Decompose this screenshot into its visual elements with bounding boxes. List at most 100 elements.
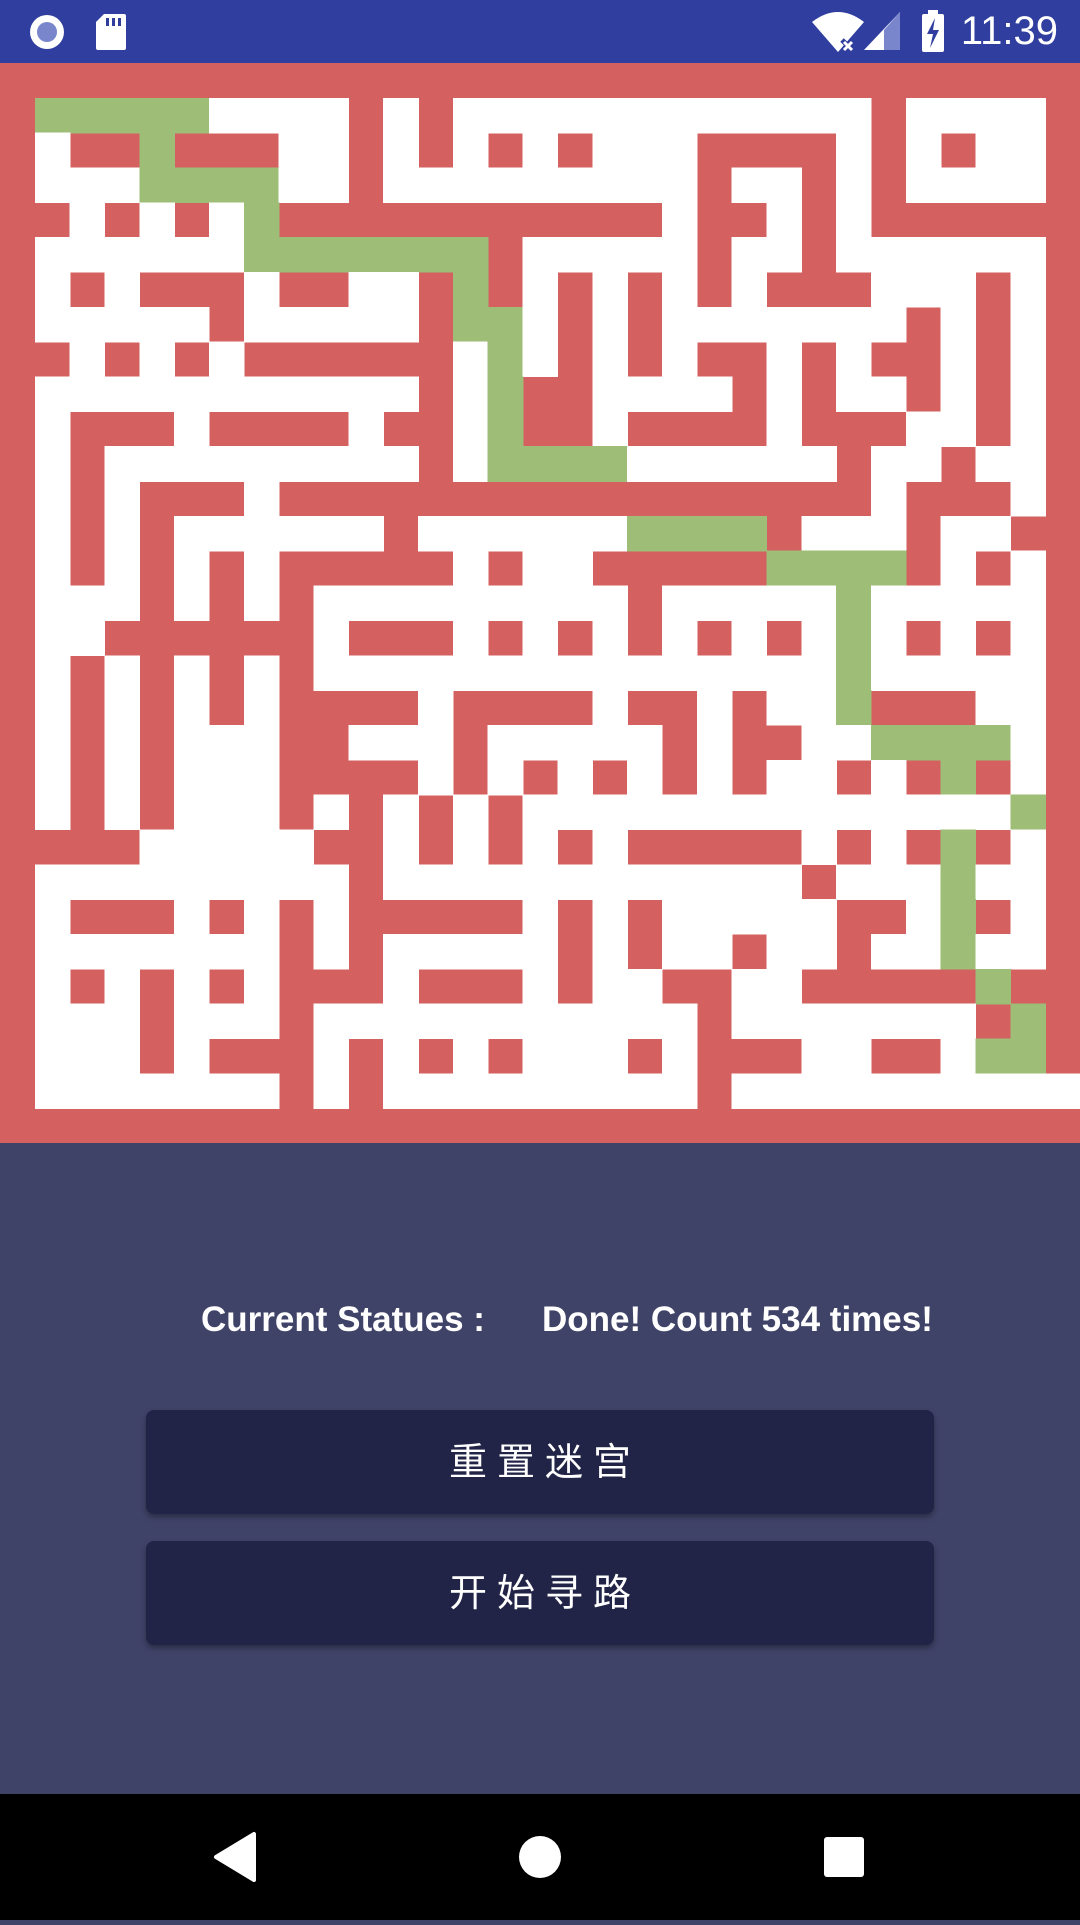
maze-floor-cell xyxy=(69,202,106,238)
maze-floor-cell xyxy=(243,794,280,831)
maze-floor-cell xyxy=(696,759,733,796)
maze-floor-cell xyxy=(940,97,977,134)
maze-floor-cell xyxy=(905,132,942,169)
recents-icon[interactable] xyxy=(784,1794,904,1920)
maze-floor-cell xyxy=(836,97,872,134)
maze-floor-cell xyxy=(870,864,907,900)
maze-floor-cell xyxy=(383,272,419,308)
maze-floor-cell xyxy=(209,829,245,865)
maze-floor-cell xyxy=(243,585,280,622)
maze-floor-cell xyxy=(661,1003,698,1040)
maze-floor-cell xyxy=(975,132,1012,169)
maze-floor-cell xyxy=(766,585,802,622)
maze-floor-cell xyxy=(522,306,559,343)
reset-maze-button[interactable]: 重置迷宫 xyxy=(146,1410,934,1514)
maze-floor-cell xyxy=(104,655,141,691)
maze-floor-cell xyxy=(34,933,71,970)
maze-path-cell xyxy=(174,97,210,134)
maze-floor-cell xyxy=(766,864,802,900)
maze-floor-cell xyxy=(766,1003,802,1040)
maze-floor-cell xyxy=(592,1003,628,1040)
maze-floor-cell xyxy=(418,1073,454,1109)
maze-floor-cell xyxy=(870,585,907,622)
maze-floor-cell xyxy=(627,237,663,273)
maze-floor-cell xyxy=(313,97,350,134)
maze-floor-cell xyxy=(278,167,315,204)
maze-floor-cell xyxy=(592,794,628,831)
maze-floor-cell xyxy=(104,272,141,308)
maze-floor-cell xyxy=(209,759,245,796)
maze-floor-cell xyxy=(731,306,768,343)
maze-floor-cell xyxy=(452,411,489,447)
maze-path-cell xyxy=(1010,1038,1046,1075)
maze-floor-cell xyxy=(209,97,245,134)
navigation-bar xyxy=(0,1794,1080,1920)
maze-floor-cell xyxy=(278,97,315,134)
maze-floor-cell xyxy=(313,376,350,413)
maze-floor-cell xyxy=(383,1003,419,1040)
maze-floor-cell xyxy=(418,933,454,970)
maze-floor-cell xyxy=(452,376,489,413)
maze-floor-cell xyxy=(104,968,141,1005)
maze-floor-cell xyxy=(557,585,593,622)
maze-floor-cell xyxy=(627,376,663,413)
maze-floor-cell xyxy=(209,341,245,378)
maze-floor-cell xyxy=(69,167,106,204)
maze-floor-cell xyxy=(766,794,802,831)
maze-path-cell xyxy=(627,515,663,552)
maze-floor-cell xyxy=(870,1073,907,1109)
back-icon[interactable] xyxy=(176,1794,296,1920)
maze-floor-cell xyxy=(1010,411,1046,447)
maze-floor-cell xyxy=(348,515,384,552)
maze-floor-cell xyxy=(69,1073,106,1109)
maze-path-cell xyxy=(487,376,524,413)
maze-floor-cell xyxy=(592,620,628,656)
maze-floor-cell xyxy=(418,864,454,900)
maze-floor-cell xyxy=(801,515,837,552)
maze-floor-cell xyxy=(522,1038,559,1075)
maze-floor-cell xyxy=(174,306,210,343)
maze-floor-cell xyxy=(557,515,593,552)
maze-floor-cell xyxy=(139,202,175,238)
maze-path-cell xyxy=(452,306,489,343)
maze-floor-cell xyxy=(696,690,733,726)
maze-floor-cell xyxy=(348,411,384,447)
maze-floor-cell xyxy=(731,655,768,691)
maze-floor-cell xyxy=(174,655,210,691)
maze-floor-cell xyxy=(34,620,71,656)
maze-floor-cell xyxy=(801,1038,837,1075)
maze-floor-cell xyxy=(104,306,141,343)
maze-floor-cell xyxy=(870,794,907,831)
maze-floor-cell xyxy=(69,1003,106,1040)
maze-floor-cell xyxy=(522,132,559,169)
maze-floor-cell xyxy=(905,899,942,935)
status-value: Done! Count 534 times! xyxy=(542,1300,933,1339)
maze-floor-cell xyxy=(487,1003,524,1040)
home-icon[interactable] xyxy=(480,1794,600,1920)
maze-floor-cell xyxy=(34,237,71,273)
maze-floor-cell xyxy=(766,655,802,691)
maze-floor-cell xyxy=(940,655,977,691)
start-pathfinding-button[interactable]: 开始寻路 xyxy=(146,1541,934,1645)
maze-floor-cell xyxy=(383,655,419,691)
maze-floor-cell xyxy=(174,690,210,726)
maze-floor-cell xyxy=(592,899,628,935)
maze-floor-cell xyxy=(801,690,837,726)
maze-floor-cell xyxy=(905,1073,942,1109)
maze-path-cell xyxy=(104,97,141,134)
maze-floor-cell xyxy=(34,376,71,413)
maze-floor-cell xyxy=(940,411,977,447)
maze-floor-cell xyxy=(592,933,628,970)
maze-floor-cell xyxy=(383,306,419,343)
maze-floor-cell xyxy=(174,1038,210,1075)
maze-floor-cell xyxy=(452,1038,489,1075)
maze-path-cell xyxy=(905,724,942,761)
maze-floor-cell xyxy=(383,933,419,970)
maze-floor-cell xyxy=(278,306,315,343)
maze-floor-cell xyxy=(313,794,350,831)
maze-floor-cell xyxy=(557,1003,593,1040)
maze-floor-cell xyxy=(418,515,454,552)
maze-floor-cell xyxy=(34,690,71,726)
maze-floor-cell xyxy=(104,585,141,622)
maze-floor-cell xyxy=(836,794,872,831)
